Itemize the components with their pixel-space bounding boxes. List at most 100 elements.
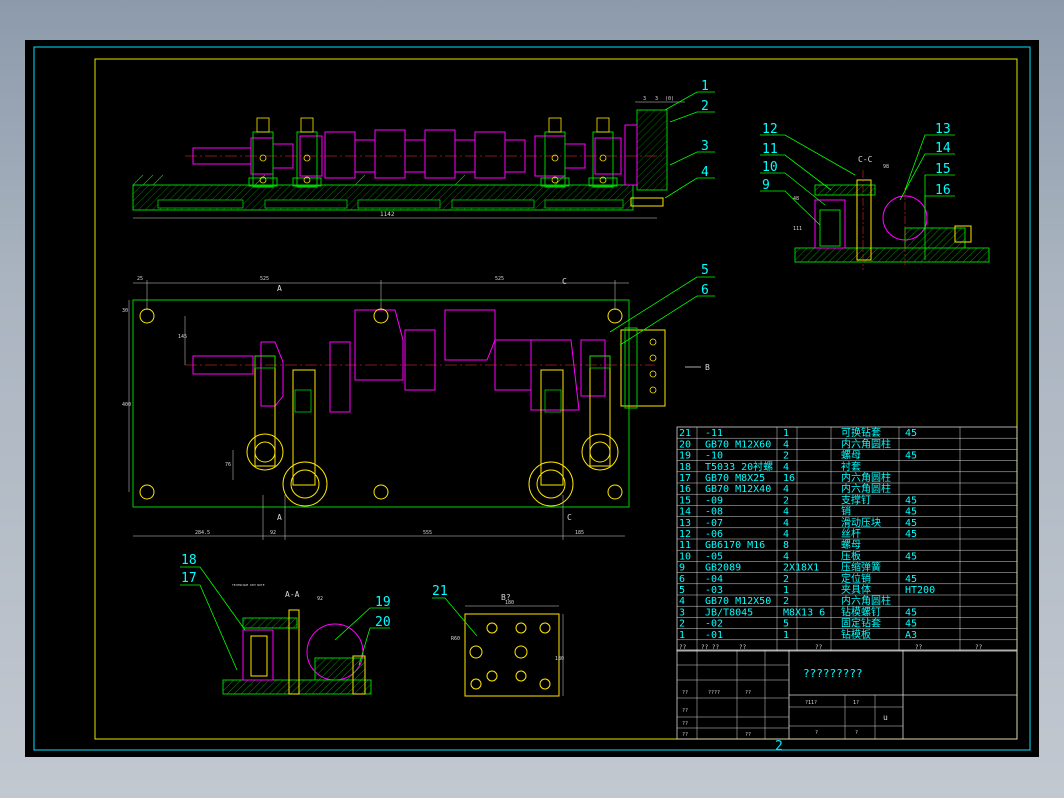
bom-no-cell: 6: [679, 574, 685, 585]
bom-name-cell: 压缩弹簧: [841, 561, 881, 574]
balloon-10: 10: [762, 160, 778, 175]
title-block: ????????? ?? ?? ???? ?? ?? ?? ?? ?11? 1?…: [676, 649, 1018, 740]
bom-no-cell: 1: [679, 630, 685, 641]
section-mark-c-bottom: C: [567, 513, 572, 522]
balloon-13: 13: [935, 122, 951, 137]
bom-name-cell: 固定钻套: [841, 617, 881, 630]
bom-qty-cell: 1: [783, 630, 789, 641]
section-mark-b: B: [705, 363, 710, 372]
bom-qty-cell: 2: [783, 495, 789, 506]
bom-code-cell: GB70 M8X25: [705, 473, 765, 484]
front-top-dim-3: (0): [665, 96, 674, 102]
bom-code-cell: -07: [705, 518, 723, 529]
tb-cell-a1: ??: [682, 690, 688, 696]
bom-no-cell: 5: [679, 585, 685, 596]
balloon-1: 1: [701, 79, 709, 94]
bom-no-cell: 21: [679, 428, 691, 439]
bom-qty-cell: 4: [783, 439, 789, 450]
bom-no-cell: 14: [679, 507, 691, 518]
bom-code-cell: JB/T8045: [705, 607, 753, 618]
bom-name-cell: 螺母: [841, 450, 861, 462]
bom-qty-cell: 2: [783, 451, 789, 462]
front-view: 1142 3 3 (0) 1 2 3 4: [132, 79, 715, 219]
bom-mat-cell: A3: [905, 630, 917, 641]
tb-cell-e1: ?: [815, 730, 818, 736]
balloon-5: 5: [701, 263, 709, 278]
bom-name-cell: 内六角圆柱: [841, 437, 891, 450]
b-dim-top: 180: [505, 600, 514, 606]
bom-code-cell: -05: [705, 551, 723, 562]
front-overall-dim: 1142: [380, 211, 395, 218]
bom-code-cell: -04: [705, 574, 723, 585]
balloon-11: 11: [762, 142, 778, 157]
bom-code-cell: GB70 M12X50: [705, 596, 771, 607]
bom-no-cell: 20: [679, 439, 691, 450]
bom-name-cell: 滑动压块: [841, 517, 881, 529]
bom-no-cell: 17: [679, 473, 691, 484]
bom-name-cell: 钻模板: [841, 628, 871, 641]
dim-left-offset: 25: [137, 276, 143, 282]
section-aa-view: A-A 92 TECHNIQUE DIM NOTE 18 17 19 20: [180, 553, 391, 695]
bom-no-cell: 10: [679, 551, 691, 562]
bom-no-cell: 11: [679, 540, 691, 551]
dim-span-left: 525: [260, 276, 269, 282]
bom-no-cell: 4: [679, 596, 685, 607]
balloon-2: 2: [701, 99, 709, 114]
tb-cell-a6: ??: [745, 732, 751, 738]
bom-no-cell: 19: [679, 451, 691, 462]
bom-name-cell: 内六角圆柱: [841, 594, 891, 607]
section-mark-a-top: A: [277, 284, 282, 293]
dim-bottom-mid: 92: [270, 530, 276, 536]
bom-mat-cell: 45: [905, 574, 917, 585]
scale-label: u: [883, 713, 888, 722]
bom-mat-cell: 45: [905, 507, 917, 518]
balloon-16: 16: [935, 183, 951, 198]
bom-code-cell: T5033 20衬螺: [705, 460, 773, 473]
bom-qty-cell: 1: [783, 585, 789, 596]
balloon-3: 3: [701, 139, 709, 154]
bom-code-cell: -03: [705, 585, 723, 596]
balloon-6: 6: [701, 283, 709, 298]
dim-span-right: 525: [495, 276, 504, 282]
cc-small-dim: 111: [793, 226, 802, 232]
dim-bottom-right: 185: [575, 530, 584, 536]
bom-qty-cell: 16: [783, 473, 795, 484]
bom-mat-cell: 45: [905, 529, 917, 540]
front-top-dim-2: 3: [655, 96, 658, 102]
view-b: B? 180 180 R60 21: [432, 584, 564, 697]
bom-name-cell: 销: [841, 505, 851, 518]
cc-side-dim: 48: [793, 196, 799, 202]
bom-code-cell: -01: [705, 630, 723, 641]
bom-no-cell: 2: [679, 619, 685, 630]
bom-qty-cell: 2X18X1: [783, 563, 819, 574]
bom-qty-cell: 4: [783, 484, 789, 495]
tb-cell-e2: ?: [855, 730, 858, 736]
section-cc-view: C-C 98 48 111 12 11 10 9 13 14 15 16: [760, 122, 990, 270]
bom-code-cell: -06: [705, 529, 723, 540]
bom-no-cell: 15: [679, 495, 691, 506]
section-mark-a-bottom: A: [277, 513, 282, 522]
b-hole-dim: R60: [451, 636, 460, 642]
dim-side-a: 30: [122, 308, 128, 314]
bom-name-cell: 支撑钉: [841, 493, 871, 506]
aa-title: A-A: [285, 590, 300, 599]
aa-dim: 92: [317, 596, 323, 602]
front-top-dim-1: 3: [643, 96, 646, 102]
bom-mat-cell: 45: [905, 607, 917, 618]
bom-qty-cell: 4: [783, 462, 789, 473]
bom-name-cell: 衬套: [841, 460, 861, 473]
tb-cell-d: 1?: [853, 700, 859, 706]
balloon-12: 12: [762, 122, 778, 137]
bom-qty-cell: 2: [783, 596, 789, 607]
bom-code-cell: -08: [705, 507, 723, 518]
bom-name-cell: 内六角圆柱: [841, 471, 891, 484]
bom-qty-cell: 1: [783, 428, 789, 439]
bom-name-cell: 钻模螺钉: [841, 605, 881, 618]
cad-viewport[interactable]: 2 1142 3 3 (0) 1 2 3 4 25 525 525 400 30…: [25, 40, 1039, 757]
bom-no-cell: 9: [679, 563, 685, 574]
bom-mat-cell: HT200: [905, 585, 935, 596]
bom-name-cell: 丝杆: [841, 528, 861, 540]
bom-no-cell: 16: [679, 484, 691, 495]
engineering-drawing: 2 1142 3 3 (0) 1 2 3 4 25 525 525 400 30…: [33, 46, 1031, 754]
bom-mat-cell: 45: [905, 451, 917, 462]
